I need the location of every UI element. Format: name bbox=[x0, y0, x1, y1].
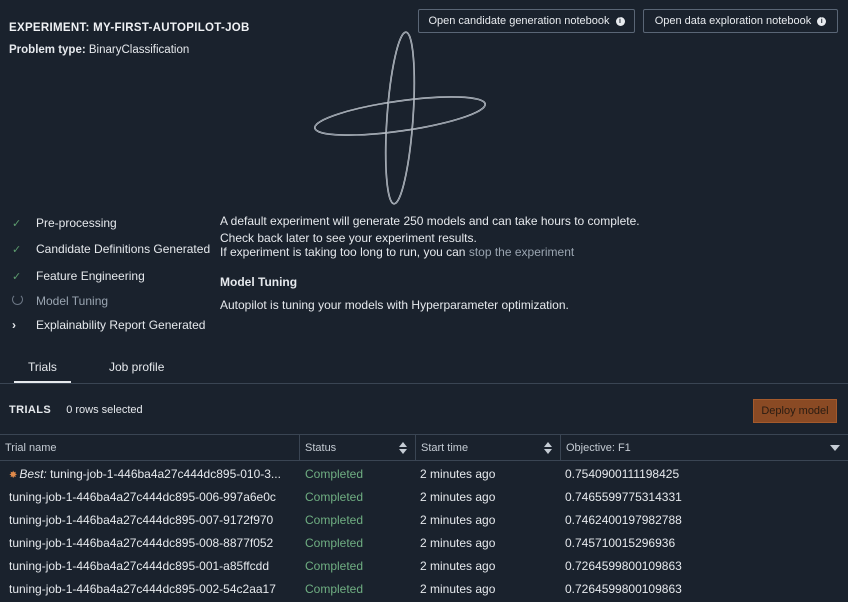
trial-name-cell: tuning-job-1-446ba4a27c444dc895-002-54c2… bbox=[9, 582, 276, 596]
column-label: Status bbox=[305, 442, 337, 454]
objective-cell: 0.745710015296936 bbox=[565, 536, 676, 550]
column-objective[interactable]: Objective: F1 bbox=[560, 435, 848, 461]
tab-job-profile[interactable]: Job profile bbox=[109, 360, 164, 374]
loading-animation bbox=[314, 31, 486, 205]
sort-icon[interactable] bbox=[544, 442, 552, 454]
info-icon[interactable]: i bbox=[817, 16, 827, 26]
table-header: Trial name Status Start time Objective: … bbox=[0, 434, 848, 461]
trial-name-cell: tuning-job-1-446ba4a27c444dc895-006-997a… bbox=[9, 490, 276, 504]
column-label: Start time bbox=[421, 442, 469, 454]
trial-name-cell: tuning-job-1-446ba4a27c444dc895-007-9172… bbox=[9, 513, 274, 527]
step-feature-engineering: ✓ Feature Engineering bbox=[12, 269, 145, 283]
step-explainability-report[interactable]: › Explainability Report Generated bbox=[12, 318, 205, 332]
step-label: Model Tuning bbox=[36, 294, 109, 308]
info-line-3-text: If experiment is taking too long to run,… bbox=[220, 245, 469, 259]
objective-cell: 0.7264599800109863 bbox=[565, 559, 682, 573]
objective-cell: 0.7264599800109863 bbox=[565, 582, 682, 596]
step-label: Candidate Definitions Generated bbox=[36, 242, 211, 256]
info-icon[interactable]: i bbox=[615, 16, 625, 26]
trial-name-cell: ✸ Best: tuning-job-1-446ba4a27c444dc895-0… bbox=[9, 467, 297, 481]
column-status[interactable]: Status bbox=[299, 435, 415, 461]
best-star-icon: ✸ bbox=[9, 470, 18, 481]
check-icon: ✓ bbox=[12, 243, 22, 256]
experiment-title: EXPERIMENT: MY-FIRST-AUTOPILOT-JOB bbox=[9, 22, 250, 34]
trial-name-cell: tuning-job-1-446ba4a27c444dc895-008-8877… bbox=[9, 536, 274, 550]
table-row[interactable]: ✸ Best: tuning-job-1-446ba4a27c444dc895-0… bbox=[0, 463, 848, 486]
column-trial-name[interactable]: Trial name bbox=[0, 435, 299, 461]
rows-selected: 0 rows selected bbox=[66, 404, 143, 416]
check-icon: ✓ bbox=[12, 217, 22, 230]
sort-icon[interactable] bbox=[399, 442, 407, 454]
step-label: Pre-processing bbox=[36, 216, 117, 230]
step-label: Explainability Report Generated bbox=[36, 318, 206, 332]
table-row[interactable]: tuning-job-1-446ba4a27c444dc895-006-997a… bbox=[0, 486, 848, 509]
deploy-model-button[interactable]: Deploy model bbox=[753, 399, 837, 423]
table-row[interactable]: tuning-job-1-446ba4a27c444dc895-002-54c2… bbox=[0, 578, 848, 601]
objective-cell: 0.7465599775314331 bbox=[565, 490, 682, 504]
status-cell: Completed bbox=[305, 467, 364, 481]
tab-trials[interactable]: Trials bbox=[14, 360, 71, 383]
data-notebook-label: Open data exploration notebook bbox=[654, 15, 812, 27]
spinner-icon bbox=[12, 294, 23, 305]
status-cell: Completed bbox=[305, 559, 364, 573]
candidate-notebook-label: Open candidate generation notebook bbox=[428, 15, 610, 27]
status-cell: Completed bbox=[305, 513, 364, 527]
stop-experiment-link[interactable]: stop the experiment bbox=[469, 245, 574, 259]
start-time-cell: 2 minutes ago bbox=[420, 467, 496, 481]
status-cell: Completed bbox=[305, 582, 364, 596]
trial-name: tuning-job-1-446ba4a27c444dc895-010-3... bbox=[50, 467, 281, 481]
objective-cell: 0.7462400197982788 bbox=[565, 513, 682, 527]
table-row[interactable]: tuning-job-1-446ba4a27c444dc895-008-8877… bbox=[0, 532, 848, 555]
trial-name-cell: tuning-job-1-446ba4a27c444dc895-001-a85f… bbox=[9, 559, 269, 573]
start-time-cell: 2 minutes ago bbox=[420, 536, 496, 550]
info-line-3: If experiment is taking too long to run,… bbox=[220, 245, 574, 259]
table-row[interactable]: tuning-job-1-446ba4a27c444dc895-007-9172… bbox=[0, 509, 848, 532]
tab-bar: Trials Job profile bbox=[0, 352, 848, 384]
column-start-time[interactable]: Start time bbox=[415, 435, 560, 461]
sort-descending-icon[interactable] bbox=[830, 445, 840, 451]
step-preprocessing: ✓ Pre-processing bbox=[12, 216, 117, 230]
step-model-tuning: Model Tuning bbox=[12, 294, 108, 308]
start-time-cell: 2 minutes ago bbox=[420, 582, 496, 596]
info-line-1: A default experiment will generate 250 m… bbox=[220, 214, 640, 228]
stage-title: Model Tuning bbox=[220, 275, 298, 289]
problem-type: Problem type: BinaryClassification bbox=[9, 44, 189, 56]
open-data-exploration-notebook-button[interactable]: Open data exploration notebook i bbox=[643, 9, 838, 33]
step-candidate-definitions: ✓ Candidate Definitions Generated bbox=[12, 242, 210, 256]
step-label: Feature Engineering bbox=[36, 269, 145, 283]
start-time-cell: 2 minutes ago bbox=[420, 559, 496, 573]
problem-type-label: Problem type: bbox=[9, 44, 86, 56]
stage-description: Autopilot is tuning your models with Hyp… bbox=[220, 298, 569, 312]
column-label: Trial name bbox=[5, 442, 57, 454]
check-icon: ✓ bbox=[12, 270, 22, 283]
status-cell: Completed bbox=[305, 536, 364, 550]
trials-heading: TRIALS bbox=[9, 404, 52, 416]
objective-cell: 0.7540900111198425 bbox=[565, 467, 680, 481]
status-cell: Completed bbox=[305, 490, 364, 504]
best-label: Best: bbox=[19, 467, 47, 481]
column-label: Objective: F1 bbox=[566, 442, 631, 454]
info-line-2: Check back later to see your experiment … bbox=[220, 231, 477, 245]
start-time-cell: 2 minutes ago bbox=[420, 513, 496, 527]
start-time-cell: 2 minutes ago bbox=[420, 490, 496, 504]
table-row[interactable]: tuning-job-1-446ba4a27c444dc895-001-a85f… bbox=[0, 555, 848, 578]
trials-header: TRIALS 0 rows selected bbox=[9, 404, 143, 416]
problem-type-value: BinaryClassification bbox=[88, 44, 190, 56]
chevron-right-icon[interactable]: › bbox=[12, 318, 16, 332]
